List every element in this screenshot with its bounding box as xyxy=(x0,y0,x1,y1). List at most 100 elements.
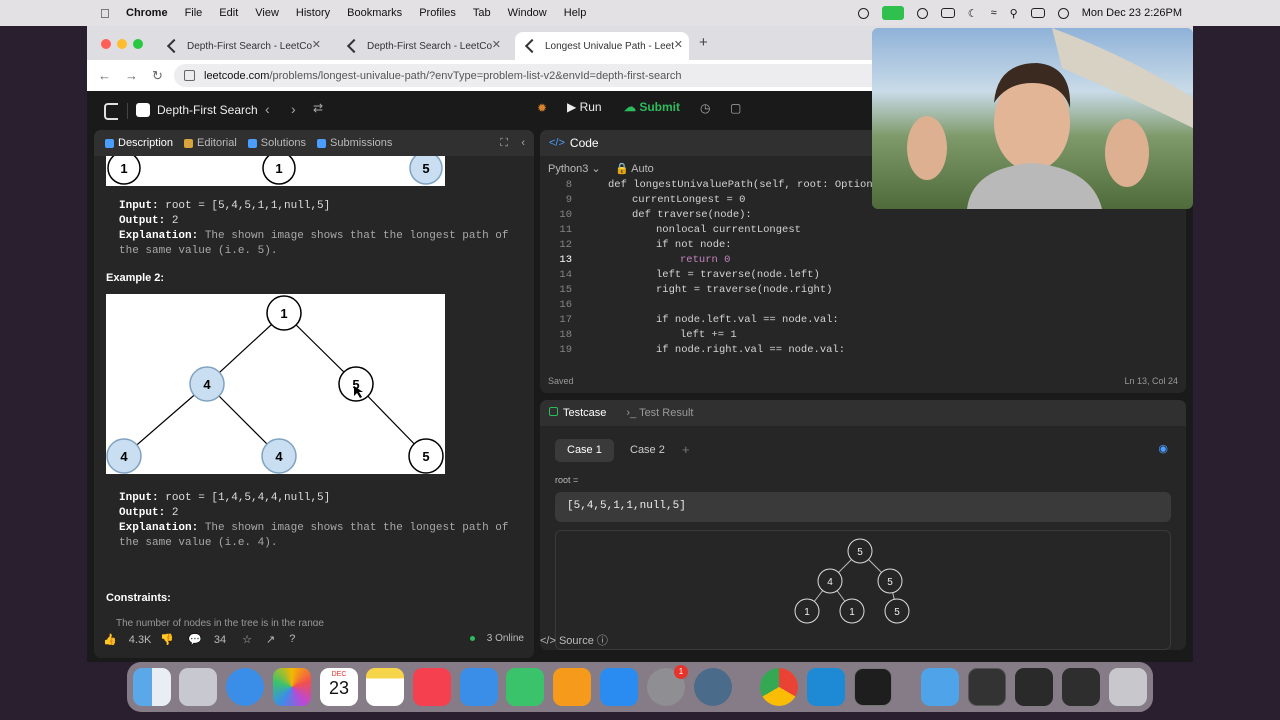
case-1-tab[interactable]: Case 1 xyxy=(555,439,614,462)
tab-editorial[interactable]: Editorial xyxy=(184,137,237,149)
clock[interactable]: Mon Dec 23 2:26PM xyxy=(1082,7,1182,19)
source-button[interactable]: </> Source ⓘ xyxy=(540,632,608,648)
prev-problem-icon[interactable]: ‹ xyxy=(265,101,270,117)
example1-tree-image: 1 1 5 xyxy=(106,156,445,186)
problem-list-title[interactable]: Depth-First Search xyxy=(157,103,258,117)
menu-app-name[interactable]: Chrome xyxy=(126,7,168,19)
window-thumbnail-icon[interactable] xyxy=(1062,668,1100,706)
record-icon[interactable] xyxy=(857,7,869,19)
shuffle-icon[interactable]: ⇄ xyxy=(313,101,323,115)
tree-node-label: 5 xyxy=(422,161,429,176)
tab-description[interactable]: Description xyxy=(105,137,173,149)
menu-file[interactable]: File xyxy=(185,7,203,19)
menu-profiles[interactable]: Profiles xyxy=(419,7,456,19)
browser-tab-2[interactable]: Depth-First Search - LeetCo ✕ xyxy=(337,32,507,60)
calendar-icon[interactable]: DEC 23 xyxy=(320,668,358,706)
problem-list-icon[interactable] xyxy=(136,103,150,117)
site-info-icon[interactable] xyxy=(184,70,195,81)
numbers-icon[interactable] xyxy=(506,668,544,706)
notes-app-icon[interactable] xyxy=(366,668,404,706)
fullscreen-icon[interactable]: ⛶ xyxy=(500,137,508,150)
tab-title: Depth-First Search - LeetCo xyxy=(187,40,313,52)
tree-node-label: 1 xyxy=(120,161,127,176)
wifi-icon[interactable]: ≈ xyxy=(991,7,997,19)
window-thumbnail-icon[interactable] xyxy=(1015,668,1053,706)
add-case-icon[interactable]: + xyxy=(682,442,690,457)
quicktime-icon[interactable] xyxy=(694,668,732,706)
tab-label: Submissions xyxy=(330,137,393,149)
dislike-icon[interactable]: 👎 xyxy=(160,633,174,646)
tab-label: Test Result xyxy=(639,407,694,419)
tab-testcase[interactable]: Testcase xyxy=(549,407,606,419)
next-problem-icon[interactable]: › xyxy=(291,101,296,117)
control-center-icon[interactable] xyxy=(1030,8,1045,18)
play-icon[interactable] xyxy=(916,7,928,19)
root-input[interactable]: [5,4,5,1,1,null,5] xyxy=(555,492,1171,522)
star-icon[interactable]: ☆ xyxy=(242,633,252,646)
help-icon[interactable]: ? xyxy=(289,633,295,645)
like-button[interactable]: 👍 4.3K xyxy=(103,633,151,646)
tab-solutions[interactable]: Solutions xyxy=(247,137,306,149)
news-icon[interactable] xyxy=(413,668,451,706)
safari-icon[interactable] xyxy=(226,668,264,706)
maximize-window-icon[interactable] xyxy=(133,39,143,49)
keynote-icon[interactable] xyxy=(460,668,498,706)
back-icon[interactable]: ← xyxy=(98,68,114,83)
close-window-icon[interactable] xyxy=(101,39,111,49)
leetcode-favicon-icon xyxy=(166,38,182,54)
collapse-icon[interactable]: ‹ xyxy=(521,137,525,149)
new-tab-button[interactable]: + xyxy=(699,34,708,51)
leetcode-favicon-icon xyxy=(524,38,540,54)
close-tab-icon[interactable]: ✕ xyxy=(674,38,683,51)
timer-icon[interactable]: ◷ xyxy=(700,101,710,115)
launchpad-icon[interactable] xyxy=(179,668,217,706)
menu-help[interactable]: Help xyxy=(564,7,587,19)
language-select[interactable]: Python3 ⌄ xyxy=(548,162,601,175)
menu-window[interactable]: Window xyxy=(508,7,547,19)
menu-bookmarks[interactable]: Bookmarks xyxy=(347,7,402,19)
facetime-icon[interactable] xyxy=(881,6,904,20)
submit-button[interactable]: ☁ Submit xyxy=(624,100,680,114)
forward-icon[interactable]: → xyxy=(125,68,141,83)
eye-icon[interactable]: ◉ xyxy=(1158,442,1168,455)
menu-history[interactable]: History xyxy=(296,7,330,19)
search-icon[interactable]: ⚲ xyxy=(1010,7,1018,20)
moon-icon[interactable]: ☾ xyxy=(968,7,978,20)
tree-node-label: 5 xyxy=(422,449,429,464)
battery-icon[interactable] xyxy=(940,8,955,18)
leetcode-logo-icon[interactable] xyxy=(104,103,118,120)
downloads-folder-icon[interactable] xyxy=(921,668,959,706)
menu-view[interactable]: View xyxy=(255,7,279,19)
browser-tab-1[interactable]: Depth-First Search - LeetCo ✕ xyxy=(157,32,327,60)
siri-icon[interactable] xyxy=(1057,7,1069,19)
auto-mode-toggle[interactable]: 🔒 Auto xyxy=(615,162,654,175)
close-tab-icon[interactable]: ✕ xyxy=(312,38,321,51)
app-store-icon[interactable] xyxy=(600,668,638,706)
window-thumbnail-icon[interactable] xyxy=(968,668,1006,706)
browser-tab-3-active[interactable]: Longest Univalue Path - Leet ✕ xyxy=(515,32,689,60)
trash-icon[interactable] xyxy=(1109,668,1147,706)
line-number: 18 xyxy=(559,329,572,341)
photos-icon[interactable] xyxy=(273,668,311,706)
menu-edit[interactable]: Edit xyxy=(219,7,238,19)
menu-tab[interactable]: Tab xyxy=(473,7,491,19)
system-settings-icon[interactable]: 1 xyxy=(647,665,688,706)
tab-submissions[interactable]: Submissions xyxy=(317,137,392,149)
case-2-tab[interactable]: Case 2 xyxy=(618,439,677,462)
code-text: right = traverse(node.right) xyxy=(656,284,833,296)
tab-test-result[interactable]: ›_ Test Result xyxy=(626,407,693,419)
close-tab-icon[interactable]: ✕ xyxy=(492,38,501,51)
minimize-window-icon[interactable] xyxy=(117,39,127,49)
run-button[interactable]: ▶ Run xyxy=(567,100,602,114)
pages-icon[interactable] xyxy=(553,668,591,706)
comments-button[interactable]: 💬 34 xyxy=(188,633,226,646)
debug-icon[interactable]: ✹ xyxy=(537,101,547,115)
apple-icon[interactable]:  xyxy=(100,6,116,21)
vscode-icon[interactable] xyxy=(807,668,845,706)
chrome-icon[interactable] xyxy=(760,668,798,706)
finder-icon[interactable] xyxy=(133,668,171,706)
notes-icon[interactable]: ▢ xyxy=(730,101,741,115)
reload-icon[interactable]: ↻ xyxy=(152,68,168,84)
terminal-icon[interactable] xyxy=(854,668,892,706)
share-icon[interactable]: ↗ xyxy=(266,633,275,646)
